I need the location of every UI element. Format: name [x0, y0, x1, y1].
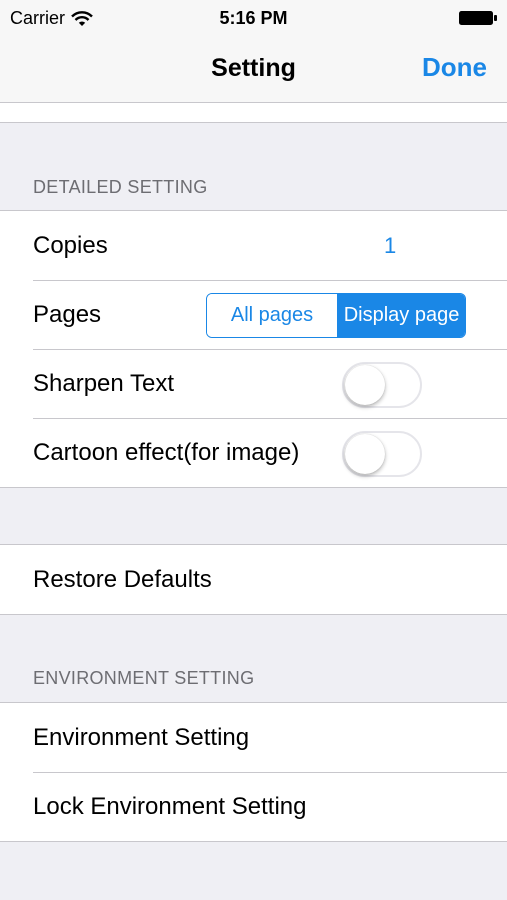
sharpen-text-toggle[interactable] — [342, 362, 422, 408]
status-bar: Carrier 5:16 PM — [0, 0, 507, 38]
restore-group: Restore Defaults — [0, 544, 507, 615]
cartoon-effect-row: Cartoon effect(for image) — [0, 418, 507, 487]
toggle-knob — [345, 365, 385, 405]
pages-row: Pages All pages Display page — [0, 280, 507, 349]
restore-defaults-row[interactable]: Restore Defaults — [0, 545, 507, 614]
navigation-bar: Setting Done — [0, 38, 507, 103]
copies-label: Copies — [33, 232, 108, 259]
done-button[interactable]: Done — [422, 52, 487, 83]
toggle-knob — [345, 434, 385, 474]
environment-setting-header: ENVIRONMENT SETTING — [33, 668, 255, 688]
pages-segmented-control: All pages Display page — [206, 293, 466, 338]
top-empty-cell — [0, 103, 507, 123]
lock-environment-setting-label: Lock Environment Setting — [33, 793, 307, 820]
all-pages-segment[interactable]: All pages — [207, 294, 337, 337]
cartoon-effect-label: Cartoon effect(for image) — [33, 439, 300, 466]
copies-value[interactable]: 1 — [384, 233, 396, 259]
restore-defaults-label: Restore Defaults — [33, 566, 212, 593]
status-time: 5:16 PM — [219, 8, 288, 28]
detailed-setting-group: Copies 1 Pages All pages Display page Sh… — [0, 210, 507, 488]
sharpen-text-label: Sharpen Text — [33, 370, 174, 397]
environment-setting-group: Environment Setting Lock Environment Set… — [0, 702, 507, 842]
environment-setting-label: Environment Setting — [33, 724, 250, 751]
detailed-setting-header: DETAILED SETTING — [33, 177, 208, 197]
sharpen-text-row: Sharpen Text — [0, 349, 507, 418]
display-page-segment[interactable]: Display page — [337, 294, 465, 337]
pages-label: Pages — [33, 301, 102, 328]
environment-setting-row[interactable]: Environment Setting — [0, 703, 507, 772]
lock-environment-setting-row[interactable]: Lock Environment Setting — [0, 772, 507, 841]
cartoon-effect-toggle[interactable] — [342, 431, 422, 477]
copies-row[interactable]: Copies 1 — [0, 211, 507, 280]
battery-icon — [459, 11, 497, 25]
